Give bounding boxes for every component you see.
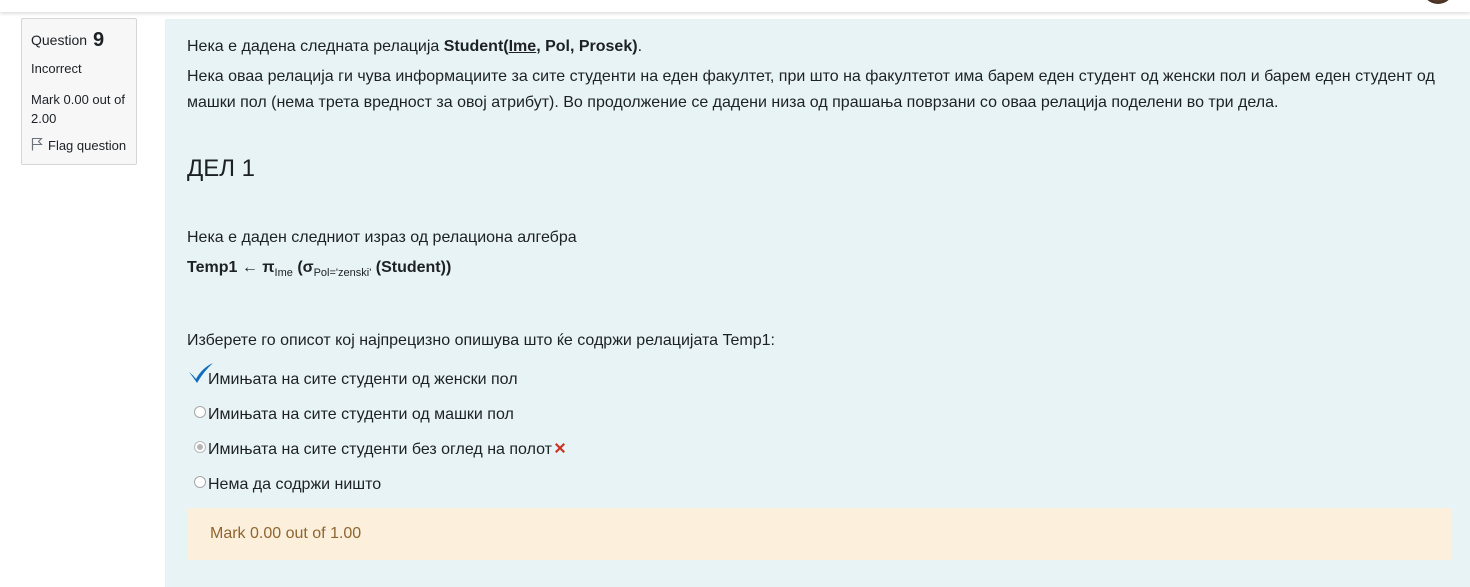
relation-intro: Нека е дадена следната релација Student(…	[187, 34, 1448, 60]
answer-radio[interactable]	[194, 405, 206, 418]
answer-label: Имињата на сите студенти од женски пол	[208, 370, 518, 388]
question-prompt: Изберете го описот кој најпрецизно опишу…	[187, 332, 775, 349]
flag-question-link[interactable]: Flag question	[31, 137, 127, 154]
expr-lhs: Temp1 ← π	[187, 259, 275, 276]
question-state: Incorrect	[31, 61, 82, 76]
answer-label: Нема да содржи ништо	[208, 475, 382, 493]
relation-name: Student(	[443, 38, 509, 55]
answer-radio[interactable]	[194, 475, 206, 488]
relation-attributes: , Pol, Prosek)	[536, 38, 638, 55]
relation-intro-prefix: Нека е дадена следната релација	[187, 38, 444, 55]
expr-pi-subscript: Ime	[274, 267, 293, 279]
question-number: Question 9	[31, 29, 127, 51]
answer-option[interactable]: Имињата на сите студенти без оглед на по…	[187, 432, 1448, 467]
outcome-feedback: Mark 0.00 out of 1.00	[187, 508, 1452, 560]
incorrect-x-icon	[553, 441, 567, 460]
part-heading: ДЕЛ 1	[187, 155, 256, 182]
relation-description: Нека оваа релација ги чува информациите …	[187, 68, 1435, 111]
expr-sigma-subscript: Pol='zenski'	[313, 267, 372, 279]
correct-check-icon	[187, 362, 215, 389]
relation-key: Ime	[508, 38, 537, 55]
answer-option[interactable]: Нема да содржи ништо	[187, 467, 1448, 502]
question-number-value: 9	[92, 29, 105, 51]
answer-radio-selected[interactable]	[194, 440, 206, 453]
outcome-mark: Mark 0.00 out of 1.00	[210, 525, 362, 542]
flag-question-label: Flag question	[48, 138, 127, 153]
flag-icon	[31, 137, 43, 154]
answer-label: Имињата на сите студенти без оглед на по…	[208, 440, 552, 458]
top-navbar	[0, 0, 1470, 12]
answer-option[interactable]: Имињата на сите студенти од женски пол	[187, 362, 1448, 397]
relation-intro-suffix: .	[637, 38, 643, 55]
expr-rhs: (Student))	[371, 259, 452, 276]
answer-option[interactable]: Имињата на сите студенти од машки пол	[187, 397, 1448, 432]
question-info-panel: Question 9 Incorrect Mark 0.00 out of 2.…	[21, 18, 137, 165]
question-label: Question	[31, 32, 88, 48]
question-content: Нека е дадена следната релација Student(…	[165, 19, 1470, 587]
relational-expression: Temp1 ← πIme (σPol='zenski' (Student))	[187, 255, 1448, 286]
expression-intro: Нека е даден следниот израз од релациона…	[187, 229, 577, 246]
expr-mid: (σ	[292, 259, 314, 276]
answer-options: Имињата на сите студенти од женски пол И…	[187, 362, 1448, 502]
question-grade: Mark 0.00 out of 2.00	[31, 92, 125, 126]
answer-label: Имињата на сите студенти од машки пол	[208, 405, 514, 423]
